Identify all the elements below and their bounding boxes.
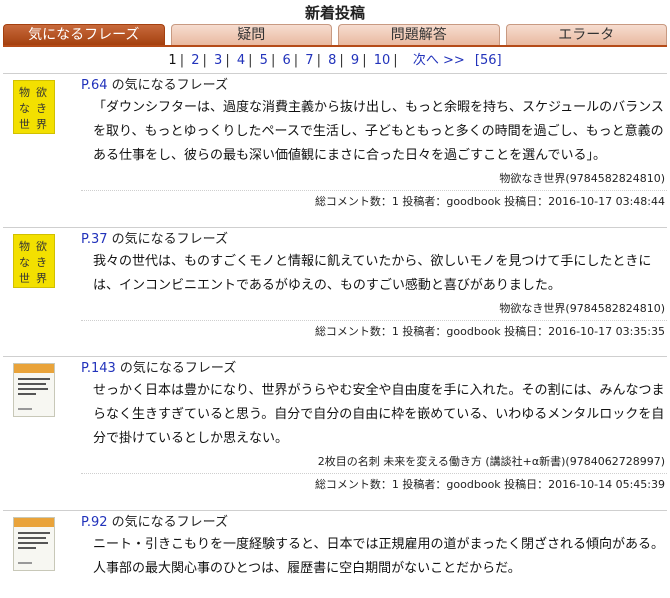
phrase-heading-suffix: の気になるフレーズ bbox=[107, 78, 228, 93]
thumb-char: 物 bbox=[19, 85, 30, 99]
thumb-char: 世 bbox=[19, 118, 30, 131]
page-number-link[interactable]: P.64 bbox=[81, 78, 108, 93]
book-cover-thumbnail[interactable] bbox=[13, 363, 55, 417]
thumb-char: き bbox=[36, 256, 47, 269]
entry-body: P.92 の気になるフレーズ ニート・引きこもりを一度経験すると、日本では正規雇… bbox=[81, 511, 667, 581]
phrase-heading: P.143 の気になるフレーズ bbox=[81, 359, 667, 379]
thumb-char: 世 bbox=[19, 272, 30, 285]
total-count-link[interactable]: [56] bbox=[475, 53, 502, 68]
pagination: 1 | 2 | 3 | 4 | 5 | 6 | 7 | 8 | 9 | 10 | 次へ >> [56… bbox=[168, 53, 502, 68]
next-page-link[interactable]: 次へ >> bbox=[413, 53, 465, 68]
page-link[interactable]: 4 bbox=[237, 53, 245, 68]
thumb-char: き bbox=[36, 102, 47, 115]
page: 新着投稿 気になるフレーズ 疑問 問題解答 エラータ 1 | 2 | 3 | 4 | 5… bbox=[0, 0, 670, 598]
page-link[interactable]: 5 bbox=[260, 53, 268, 68]
page-title: 新着投稿 bbox=[304, 4, 365, 22]
thumb-char: な bbox=[19, 102, 30, 115]
phrase-heading-suffix: の気になるフレーズ bbox=[107, 232, 228, 247]
page-link-current: 1 bbox=[168, 53, 177, 68]
tab-answers[interactable]: 問題解答 bbox=[338, 24, 500, 45]
thumb-char: 界 bbox=[36, 272, 47, 285]
post-meta: 総コメント数：1 投稿者：goodbook 投稿日：2016-10-14 05:… bbox=[81, 473, 667, 496]
thumb-char: 物 bbox=[19, 239, 30, 253]
phrase-text: 「ダウンシフターは、過度な消費主義から抜け出し、もっと余暇を持ち、スケジュールの… bbox=[93, 100, 664, 163]
tab-phrases[interactable]: 気になるフレーズ bbox=[3, 24, 165, 45]
list-item: P.143 の気になるフレーズ せっかく日本は豊かになり、世界がうらやむ安全や自… bbox=[3, 356, 667, 510]
page-number-link[interactable]: P.37 bbox=[81, 232, 108, 247]
phrase-text: 我々の世代は、ものすごくモノと情報に飢えていたから、欲しいモノを見つけて手にした… bbox=[93, 254, 652, 293]
phrase-heading: P.64 の気になるフレーズ bbox=[81, 76, 667, 96]
page-link[interactable]: 2 bbox=[191, 53, 199, 68]
entry-body: P.37 の気になるフレーズ 我々の世代は、ものすごくモノと情報に飢えていたから… bbox=[81, 228, 667, 343]
thumb-char: な bbox=[19, 256, 30, 269]
page-link[interactable]: 7 bbox=[305, 53, 313, 68]
list-item: 物 欲 な き 世 界 P.64 の気になるフレーズ 「ダウンシフターは、過度な… bbox=[3, 73, 667, 227]
page-link[interactable]: 6 bbox=[282, 53, 290, 68]
book-title: 2枚目の名刺 未来を変える働き方 (講談社+α新書)(9784062728997… bbox=[317, 455, 665, 468]
thumb-char: 欲 bbox=[36, 239, 47, 253]
page-link[interactable]: 8 bbox=[328, 53, 336, 68]
page-link[interactable]: 10 bbox=[374, 53, 391, 68]
page-link[interactable]: 3 bbox=[214, 53, 222, 68]
phrase-heading-suffix: の気になるフレーズ bbox=[115, 361, 237, 376]
entry-body: P.143 の気になるフレーズ せっかく日本は豊かになり、世界がうらやむ安全や自… bbox=[81, 357, 667, 496]
page-link[interactable]: 9 bbox=[351, 53, 359, 68]
post-meta: 総コメント数：1 投稿者：goodbook 投稿日：2016-10-17 03:… bbox=[81, 320, 667, 343]
entry-body: P.64 の気になるフレーズ 「ダウンシフターは、過度な消費主義から抜け出し、も… bbox=[81, 74, 667, 213]
book-title: 物欲なき世界(9784582824810) bbox=[499, 302, 665, 315]
thumb-char: 欲 bbox=[36, 85, 47, 99]
phrase-heading: P.92 の気になるフレーズ bbox=[81, 513, 667, 533]
list-item: 物 欲 な き 世 界 P.37 の気になるフレーズ 我々の世代は、ものすごくモ… bbox=[3, 227, 667, 356]
book-cover-thumbnail[interactable]: 物 欲 な き 世 界 bbox=[13, 234, 55, 288]
thumb-char: 界 bbox=[36, 118, 47, 131]
page-number-link[interactable]: P.143 bbox=[81, 361, 116, 376]
phrase-heading-suffix: の気になるフレーズ bbox=[107, 515, 228, 530]
list-item: P.92 の気になるフレーズ ニート・引きこもりを一度経験すると、日本では正規雇… bbox=[3, 510, 667, 598]
phrase-text: せっかく日本は豊かになり、世界がうらやむ安全や自由度を手に入れた。その割には、み… bbox=[93, 383, 665, 446]
page-number-link[interactable]: P.92 bbox=[81, 515, 108, 530]
tab-errata[interactable]: エラータ bbox=[505, 24, 667, 45]
tab-questions[interactable]: 疑問 bbox=[170, 24, 332, 45]
tab-bar: 気になるフレーズ 疑問 問題解答 エラータ bbox=[3, 24, 667, 47]
phrase-text: ニート・引きこもりを一度経験すると、日本では正規雇用の道がまったく閉ざされる傾向… bbox=[93, 537, 664, 576]
book-title: 物欲なき世界(9784582824810) bbox=[499, 172, 665, 185]
phrase-heading: P.37 の気になるフレーズ bbox=[81, 230, 667, 250]
post-meta: 総コメント数：1 投稿者：goodbook 投稿日：2016-10-17 03:… bbox=[81, 190, 667, 213]
book-cover-thumbnail[interactable] bbox=[13, 517, 55, 571]
book-cover-thumbnail[interactable]: 物 欲 な き 世 界 bbox=[13, 80, 55, 134]
